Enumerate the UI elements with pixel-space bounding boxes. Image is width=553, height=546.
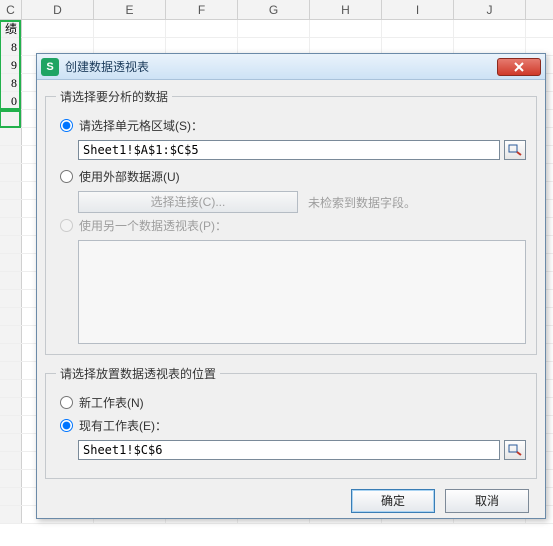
radio-another-pivot xyxy=(60,219,73,232)
radio-external-row: 使用外部数据源(U) xyxy=(60,168,526,185)
button-bar: 确定 取消 xyxy=(45,489,537,517)
location-input[interactable] xyxy=(78,440,500,460)
dialog-title: 创建数据透视表 xyxy=(65,58,497,75)
create-pivot-dialog: S 创建数据透视表 请选择要分析的数据 请选择单元格区域(S)： xyxy=(36,53,546,519)
range-picker-button[interactable] xyxy=(504,140,526,160)
cell[interactable]: 8 xyxy=(0,74,22,91)
cell[interactable]: 绩 xyxy=(0,20,22,37)
ok-button[interactable]: 确定 xyxy=(351,489,435,513)
cell[interactable]: 9 xyxy=(0,56,22,73)
group-legend: 请选择放置数据透视表的位置 xyxy=(56,365,220,382)
choose-connection-button: 选择连接(C)... xyxy=(78,191,298,213)
col-header[interactable]: I xyxy=(382,0,454,19)
close-button[interactable] xyxy=(497,58,541,76)
range-input[interactable] xyxy=(78,140,500,160)
pivot-list xyxy=(78,240,526,344)
cell[interactable]: 8 xyxy=(0,38,22,55)
radio-existing-label[interactable]: 现有工作表(E)： xyxy=(79,417,167,434)
location-picker-button[interactable] xyxy=(504,440,526,460)
radio-existing[interactable] xyxy=(60,419,73,432)
titlebar[interactable]: S 创建数据透视表 xyxy=(37,54,545,80)
radio-newsheet[interactable] xyxy=(60,396,73,409)
location-group: 请选择放置数据透视表的位置 新工作表(N) 现有工作表(E)： xyxy=(45,365,537,479)
radio-external[interactable] xyxy=(60,170,73,183)
data-source-group: 请选择要分析的数据 请选择单元格区域(S)： 使用外部数据源(U) xyxy=(45,88,537,355)
column-headers: C D E F G H I J xyxy=(0,0,553,20)
radio-newsheet-label[interactable]: 新工作表(N) xyxy=(79,394,144,411)
col-header[interactable]: J xyxy=(454,0,526,19)
radio-newsheet-row: 新工作表(N) xyxy=(60,394,526,411)
radio-another-pivot-label: 使用另一个数据透视表(P)： xyxy=(79,217,227,234)
range-picker-icon xyxy=(508,444,522,456)
no-connection-note: 未检索到数据字段。 xyxy=(308,194,416,211)
col-header[interactable]: D xyxy=(22,0,94,19)
group-legend: 请选择要分析的数据 xyxy=(56,88,172,105)
col-header[interactable]: G xyxy=(238,0,310,19)
col-header[interactable]: E xyxy=(94,0,166,19)
radio-existing-row: 现有工作表(E)： xyxy=(60,417,526,434)
col-header[interactable]: H xyxy=(310,0,382,19)
cancel-button[interactable]: 取消 xyxy=(445,489,529,513)
col-header[interactable]: F xyxy=(166,0,238,19)
radio-select-range[interactable] xyxy=(60,119,73,132)
radio-another-pivot-row: 使用另一个数据透视表(P)： xyxy=(60,217,526,234)
radio-external-label[interactable]: 使用外部数据源(U) xyxy=(79,168,180,185)
range-picker-icon xyxy=(508,144,522,156)
close-icon xyxy=(512,62,526,72)
radio-select-range-label[interactable]: 请选择单元格区域(S)： xyxy=(79,117,203,134)
cell[interactable]: 0 xyxy=(0,92,22,109)
col-header[interactable]: C xyxy=(0,0,22,19)
radio-select-range-row: 请选择单元格区域(S)： xyxy=(60,117,526,134)
app-icon: S xyxy=(41,58,59,76)
